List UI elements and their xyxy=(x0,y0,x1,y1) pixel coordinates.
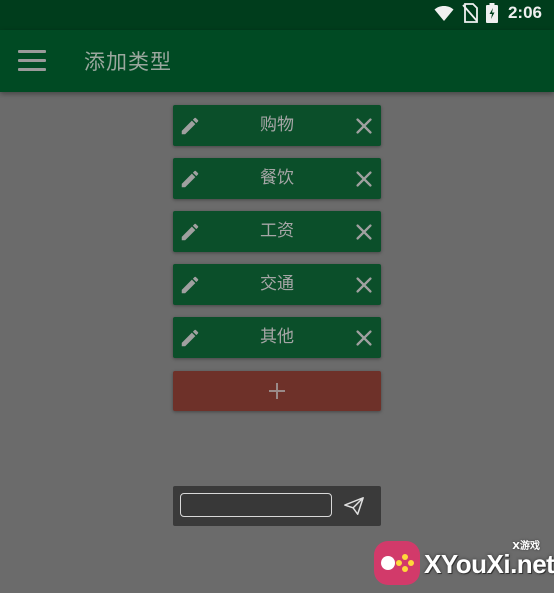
paper-plane-icon[interactable] xyxy=(343,495,365,517)
type-label: 工资 xyxy=(260,221,294,241)
pencil-icon[interactable] xyxy=(179,327,201,349)
close-icon[interactable] xyxy=(353,274,375,296)
gamepad-icon xyxy=(374,541,420,585)
type-label: 购物 xyxy=(260,115,294,135)
type-item[interactable]: 餐饮 xyxy=(173,158,381,199)
wifi-icon xyxy=(434,6,454,21)
status-time: 2:06 xyxy=(507,3,542,22)
add-type-button[interactable] xyxy=(173,371,381,411)
no-sim-icon xyxy=(462,3,478,23)
close-icon[interactable] xyxy=(353,327,375,349)
close-icon[interactable] xyxy=(353,221,375,243)
type-item[interactable]: 交通 xyxy=(173,264,381,305)
battery-charging-icon xyxy=(485,3,498,23)
type-label: 餐饮 xyxy=(260,168,294,188)
status-icons: 2:06 xyxy=(434,3,542,23)
type-list: 购物 餐饮 工资 交通 其他 xyxy=(173,105,381,370)
watermark-logo: X游戏 XYouXi.net xyxy=(374,537,554,589)
page-title: 添加类型 xyxy=(84,50,172,74)
pencil-icon[interactable] xyxy=(179,168,201,190)
close-icon[interactable] xyxy=(353,168,375,190)
hamburger-menu-icon[interactable] xyxy=(18,50,46,72)
watermark-brand: XYouXi.net xyxy=(424,549,554,579)
close-icon[interactable] xyxy=(353,115,375,137)
pencil-icon[interactable] xyxy=(179,221,201,243)
plus-icon xyxy=(269,383,285,399)
input-bar xyxy=(173,486,381,526)
pencil-icon[interactable] xyxy=(179,115,201,137)
pencil-icon[interactable] xyxy=(179,274,201,296)
type-name-input[interactable] xyxy=(180,493,332,517)
type-item[interactable]: 购物 xyxy=(173,105,381,146)
type-label: 交通 xyxy=(260,274,294,294)
app-bar: 添加类型 xyxy=(0,30,554,92)
type-label: 其他 xyxy=(260,327,294,347)
type-item[interactable]: 其他 xyxy=(173,317,381,358)
status-bar: 2:06 xyxy=(0,0,554,30)
type-item[interactable]: 工资 xyxy=(173,211,381,252)
